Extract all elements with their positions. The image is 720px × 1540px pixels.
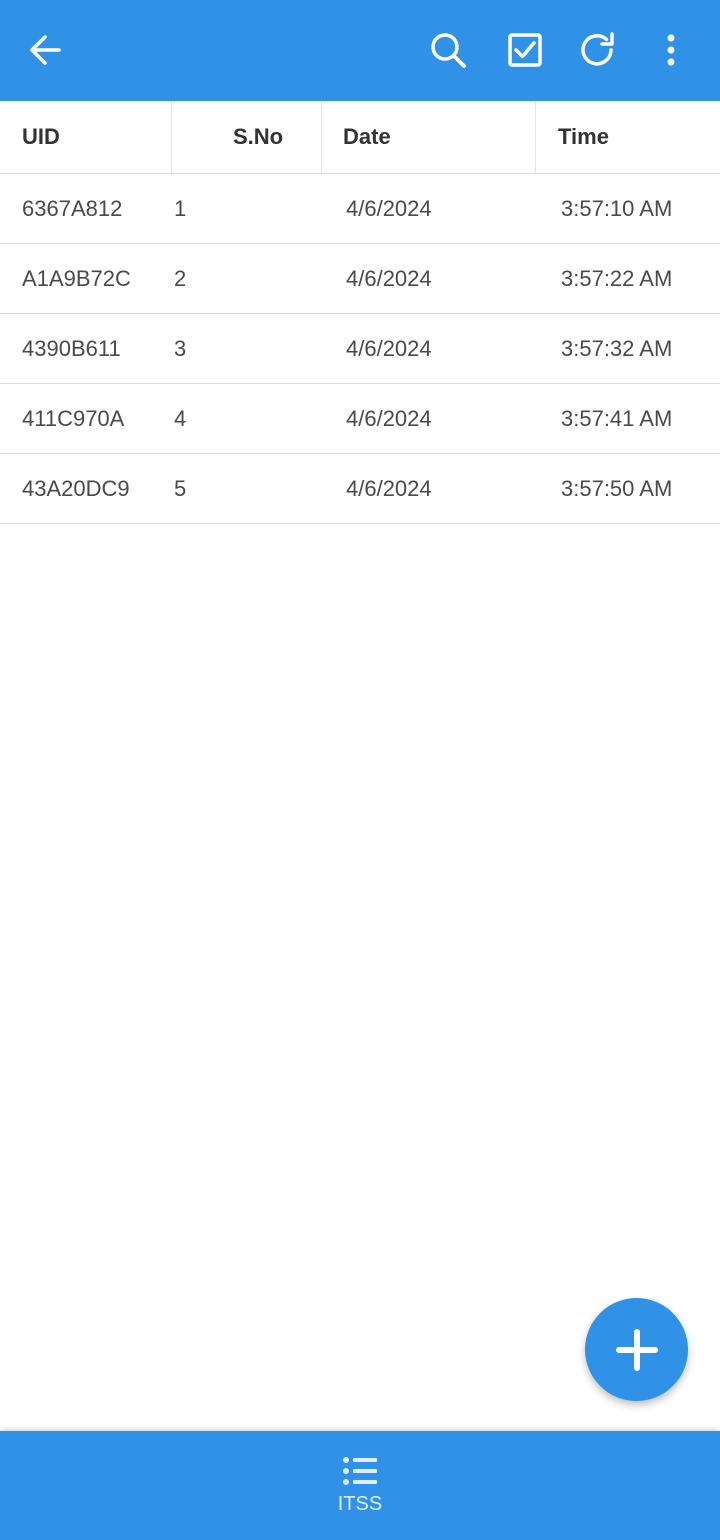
plus-icon	[615, 1328, 658, 1371]
list-icon	[343, 1457, 377, 1485]
table-row[interactable]: A1A9B72C 2 4/6/2024 3:57:22 AM	[0, 244, 720, 314]
column-header-date[interactable]: Date	[343, 101, 391, 173]
more-vert-icon	[667, 34, 675, 66]
nav-item-label: ITSS	[337, 1493, 383, 1515]
app-bar	[0, 0, 720, 101]
cell-uid: 43A20DC9	[22, 475, 130, 501]
screen: UID S.No Date Time 6367A812 1 4/6/2024 3…	[0, 0, 720, 1540]
cell-time: 3:57:50 AM	[561, 475, 673, 501]
records-table: UID S.No Date Time 6367A812 1 4/6/2024 3…	[0, 101, 720, 524]
back-arrow-icon	[30, 35, 61, 65]
cell-time: 3:57:41 AM	[561, 405, 673, 431]
column-divider	[535, 101, 536, 173]
cell-sno: 2	[174, 265, 187, 291]
add-button[interactable]	[585, 1298, 688, 1401]
back-button[interactable]	[17, 22, 73, 78]
cell-time: 3:57:32 AM	[561, 335, 673, 361]
cell-sno: 1	[174, 195, 187, 221]
cell-date: 4/6/2024	[346, 265, 432, 291]
search-button[interactable]	[420, 22, 476, 78]
cell-date: 4/6/2024	[346, 195, 432, 221]
table-row[interactable]: 43A20DC9 5 4/6/2024 3:57:50 AM	[0, 454, 720, 524]
cell-uid: 6367A812	[22, 195, 123, 221]
search-icon	[431, 33, 466, 68]
cell-date: 4/6/2024	[346, 405, 432, 431]
refresh-button[interactable]	[570, 22, 626, 78]
cell-sno: 3	[174, 335, 187, 361]
table-row[interactable]: 4390B611 3 4/6/2024 3:57:32 AM	[0, 314, 720, 384]
nav-item-itss[interactable]: ITSS	[310, 1431, 410, 1540]
table-row[interactable]: 6367A812 1 4/6/2024 3:57:10 AM	[0, 174, 720, 244]
cell-uid: 4390B611	[22, 335, 121, 361]
column-divider	[171, 101, 172, 173]
cell-time: 3:57:22 AM	[561, 265, 673, 291]
more-options-button[interactable]	[643, 22, 699, 78]
table-row[interactable]: 411C970A 4 4/6/2024 3:57:41 AM	[0, 384, 720, 454]
column-header-sno[interactable]: S.No	[233, 101, 283, 173]
cell-uid: A1A9B72C	[22, 265, 131, 291]
cell-time: 3:57:10 AM	[561, 195, 673, 221]
table-header: UID S.No Date Time	[0, 101, 720, 174]
cell-date: 4/6/2024	[346, 335, 432, 361]
refresh-icon	[581, 32, 614, 66]
cell-sno: 5	[174, 475, 187, 501]
column-header-uid[interactable]: UID	[22, 101, 60, 173]
select-all-button[interactable]	[497, 22, 553, 78]
column-divider	[321, 101, 322, 173]
cell-date: 4/6/2024	[346, 475, 432, 501]
cell-sno: 4	[174, 405, 187, 431]
checkbox-icon	[508, 33, 542, 67]
column-header-time[interactable]: Time	[558, 101, 609, 173]
cell-uid: 411C970A	[22, 405, 125, 431]
bottom-navigation: ITSS	[0, 1431, 720, 1540]
